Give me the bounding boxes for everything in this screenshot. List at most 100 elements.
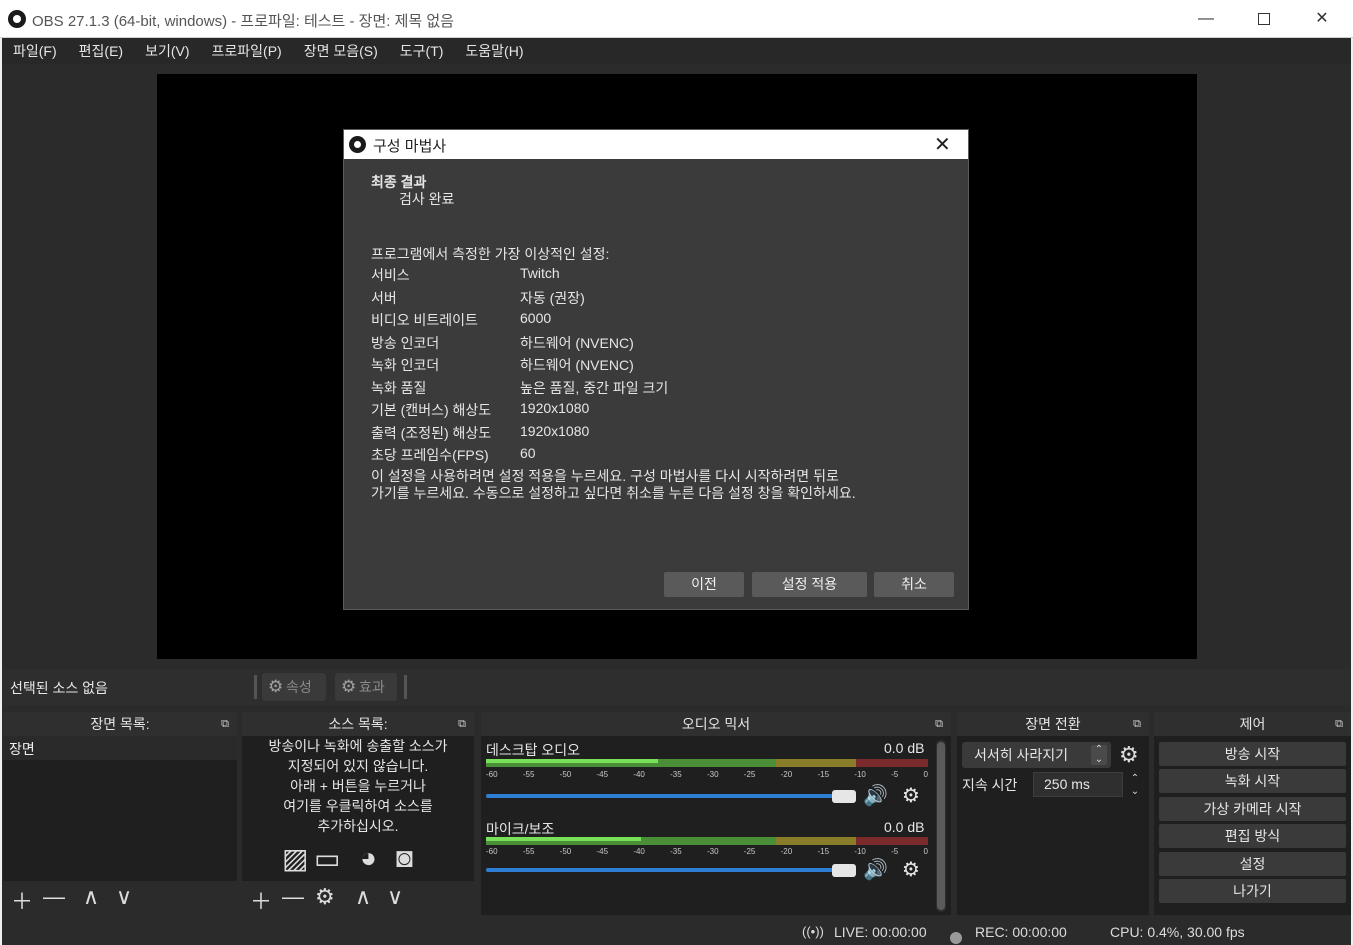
- menu-file[interactable]: 파일(F): [2, 38, 68, 64]
- filters-button[interactable]: ⚙ 효과: [335, 673, 397, 701]
- setting-key: 기본 (캔버스) 해상도: [371, 402, 492, 418]
- float-dock-icon[interactable]: ⧉: [1133, 712, 1141, 736]
- duration-input[interactable]: 250 ms: [1033, 772, 1123, 797]
- mixer-scrollbar[interactable]: [936, 740, 946, 912]
- start-streaming-button[interactable]: 방송 시작: [1159, 742, 1346, 766]
- minimize-button[interactable]: —: [1177, 0, 1235, 38]
- filters-label: 효과: [359, 679, 385, 695]
- setting-row: 기본 (캔버스) 해상도 1920x1080: [371, 400, 668, 423]
- start-virtual-camera-button[interactable]: 가상 카메라 시작: [1159, 797, 1346, 821]
- mic-aux-volume-slider[interactable]: [486, 868, 856, 872]
- scale-tick: -40: [633, 770, 645, 779]
- apply-note-line: 이 설정을 사용하려면 설정 적용을 누르세요. 구성 마법사를 다시 시작하려…: [371, 468, 839, 484]
- mic-aux-meter: [486, 837, 928, 845]
- source-settings-icon[interactable]: ⚙: [315, 884, 335, 910]
- setting-row: 방송 인코더 하드웨어 (NVENC): [371, 333, 668, 356]
- desktop-audio-level: [486, 759, 659, 763]
- monitor-icon: ▭: [314, 843, 341, 874]
- scale-tick: -30: [706, 770, 719, 779]
- start-recording-button[interactable]: 녹화 시작: [1159, 769, 1346, 793]
- move-down-icon[interactable]: ∨: [387, 884, 403, 910]
- mixer-scroll-thumb[interactable]: [937, 742, 945, 910]
- menu-profile[interactable]: 프로파일(P): [201, 38, 293, 64]
- add-scene-icon[interactable]: ＋: [11, 884, 33, 916]
- speaker-icon[interactable]: 🔊: [863, 857, 888, 882]
- desktop-audio-volume-slider[interactable]: [486, 794, 856, 798]
- scale-tick: 0: [923, 770, 928, 779]
- scale-tick: -10: [854, 847, 866, 856]
- mixer-header: 오디오 믹서 ⧉: [481, 712, 951, 736]
- scale-tick: -55: [522, 770, 535, 779]
- transitions-dock: 장면 전환 ⧉ 서서히 사라지기 ⌃ ⌄ ⚙ 지속 시간 250 ms ⌃ ⌄: [957, 712, 1149, 915]
- scale-tick: -20: [780, 770, 793, 779]
- menu-scene-collection[interactable]: 장면 모음(S): [293, 38, 389, 64]
- float-dock-icon[interactable]: ⧉: [221, 712, 229, 736]
- scale-tick: -50: [559, 770, 572, 779]
- scale-tick: -25: [743, 847, 756, 856]
- speaker-icon[interactable]: 🔊: [863, 783, 888, 808]
- properties-button[interactable]: ⚙ 속성: [262, 673, 326, 701]
- menu-edit[interactable]: 편집(E): [68, 38, 134, 64]
- close-button[interactable]: ✕: [1293, 0, 1351, 38]
- auto-config-dialog: 구성 마법사 ✕ 최종 결과 검사 완료 프로그램에서 측정한 가장 이상적인 …: [343, 129, 969, 610]
- desktop-audio-volume-handle[interactable]: [832, 790, 856, 803]
- scale-tick: -20: [780, 847, 793, 856]
- transition-select[interactable]: 서서히 사라지기 ⌃ ⌄: [962, 742, 1111, 768]
- apply-note: 이 설정을 사용하려면 설정 적용을 누르세요. 구성 마법사를 다시 시작하려…: [371, 468, 961, 502]
- scale-tick: -5: [891, 847, 899, 856]
- exit-button[interactable]: 나가기: [1159, 879, 1346, 903]
- maximize-button[interactable]: [1235, 0, 1293, 38]
- float-dock-icon[interactable]: ⧉: [458, 712, 466, 736]
- duration-spinner[interactable]: ⌃ ⌄: [1125, 772, 1145, 798]
- scale-tick: -40: [633, 847, 645, 856]
- hint-line: 아래 + 버튼을 누르거나: [290, 778, 426, 794]
- setting-row: 서비스 Twitch: [371, 265, 668, 288]
- move-up-icon[interactable]: ∧: [355, 884, 371, 910]
- scale-tick: -60: [486, 770, 498, 779]
- setting-key: 서버: [371, 289, 397, 306]
- source-type-icons: ▨ ▭ ◕ ◙: [282, 842, 442, 876]
- dialog-title: 구성 마법사: [373, 138, 447, 155]
- scale-tick: -25: [743, 770, 756, 779]
- audio-mixer-dock: 오디오 믹서 ⧉ 데스크탑 오디오 0.0 dB -60 -55 -50 -45 -40-…: [481, 712, 951, 915]
- float-dock-icon[interactable]: ⧉: [1335, 712, 1343, 736]
- menu-help[interactable]: 도움말(H): [454, 38, 534, 64]
- scale-tick: -45: [596, 847, 609, 856]
- setting-value: 60: [520, 445, 536, 461]
- status-bar: ((•)) LIVE: 00:00:00 REC: 00:00:00 CPU: …: [2, 918, 1351, 945]
- move-down-icon[interactable]: ∨: [116, 884, 132, 910]
- mic-aux-volume-handle[interactable]: [832, 864, 856, 877]
- gear-icon[interactable]: ⚙: [902, 783, 920, 808]
- setting-value: Twitch: [520, 265, 560, 281]
- add-source-icon[interactable]: ＋: [250, 884, 272, 916]
- scale-tick: -35: [670, 770, 682, 779]
- obs-logo-icon: [349, 136, 366, 153]
- move-up-icon[interactable]: ∧: [83, 884, 99, 910]
- dialog-close-button[interactable]: ✕: [934, 132, 951, 157]
- desktop-audio-label: 데스크탑 오디오: [486, 742, 581, 758]
- studio-mode-button[interactable]: 편집 방식: [1159, 824, 1346, 848]
- float-dock-icon[interactable]: ⧉: [935, 712, 943, 736]
- settings-list: 서비스 Twitch 서버 자동 (권장) 비디오 비트레이트 6000 방송 인코더…: [371, 265, 668, 468]
- setting-value: 하드웨어 (NVENC): [520, 357, 634, 373]
- cancel-button[interactable]: 취소: [874, 572, 954, 597]
- menu-view[interactable]: 보기(V): [134, 38, 200, 64]
- scenes-header: 장면 목록: ⧉: [3, 712, 237, 736]
- meter-scale: -60 -55 -50 -45 -40 -35 -30 -25 -20 -15 -10 -5 0: [486, 847, 928, 857]
- remove-scene-icon[interactable]: —: [43, 884, 65, 910]
- previous-button[interactable]: 이전: [664, 572, 744, 597]
- setting-value: 1920x1080: [520, 422, 590, 439]
- gear-icon[interactable]: ⚙: [902, 857, 920, 882]
- menu-tools[interactable]: 도구(T): [389, 38, 455, 64]
- toolbar-divider: [254, 675, 257, 699]
- result-subheading: 검사 완료: [399, 191, 455, 207]
- globe-icon: ◕: [360, 842, 377, 873]
- setting-value: 높은 품질, 중간 파일 크기: [520, 379, 669, 396]
- settings-button[interactable]: 설정: [1159, 852, 1346, 876]
- camera-icon: ◙: [396, 842, 413, 873]
- apply-settings-button[interactable]: 설정 적용: [752, 572, 867, 597]
- scene-item[interactable]: 장면: [3, 736, 237, 760]
- remove-source-icon[interactable]: —: [282, 884, 304, 910]
- transition-settings-icon[interactable]: ⚙: [1119, 742, 1139, 768]
- sources-header: 소스 목록: ⧉: [242, 712, 474, 736]
